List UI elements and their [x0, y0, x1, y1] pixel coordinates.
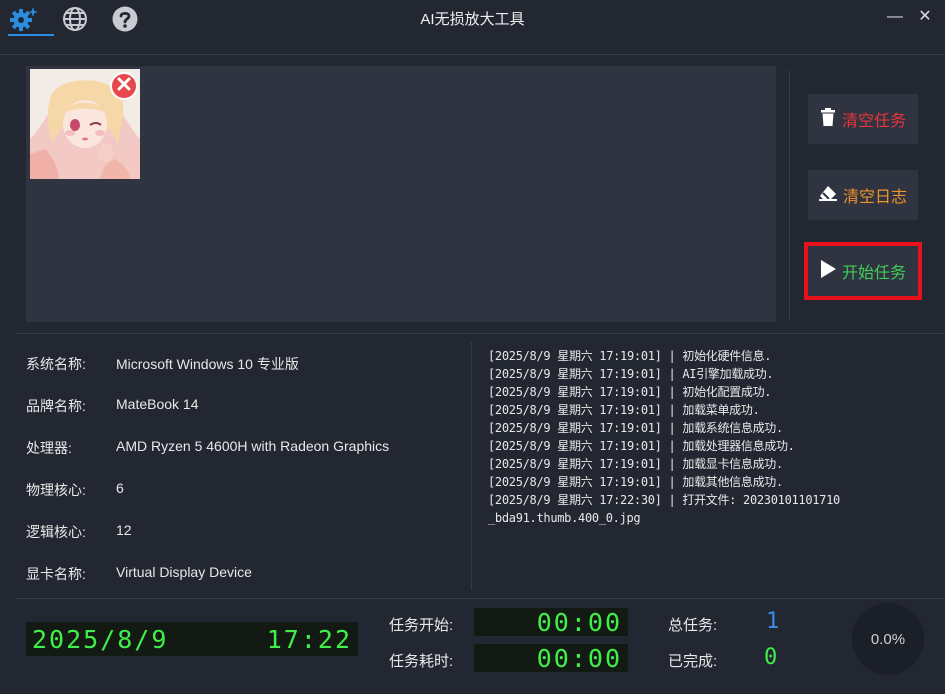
total-tasks-label: 总任务:	[668, 617, 718, 634]
clock-date: 2025/8/9	[32, 624, 169, 654]
log-line: [2025/8/9 星期六 17:19:01] | 加载菜单成功.	[488, 403, 760, 417]
task-start-label: 任务开始:	[389, 617, 454, 634]
remove-image-button[interactable]	[110, 72, 138, 100]
info-label: 系统名称:	[26, 356, 86, 372]
eraser-icon	[818, 185, 837, 206]
log-line: [2025/8/9 星期六 17:19:01] | 加载其他信息成功.	[488, 475, 783, 489]
log-line: [2025/8/9 星期六 17:19:01] | 初始化硬件信息.	[488, 349, 772, 363]
log-line: [2025/8/9 星期六 17:19:01] | 初始化配置成功.	[488, 385, 772, 399]
log-line: [2025/8/9 星期六 17:19:01] | 加载系统信息成功.	[488, 421, 783, 435]
info-label: 逻辑核心:	[26, 524, 86, 540]
image-drop-area[interactable]	[26, 66, 776, 322]
info-label: 处理器:	[26, 440, 72, 456]
clear-tasks-label: 清空任务	[841, 113, 906, 130]
info-log-divider	[471, 342, 472, 590]
trash-icon	[820, 107, 836, 131]
completed-value: 0	[764, 645, 778, 670]
log-line: [2025/8/9 星期六 17:22:30] | 打开文件: 20230101…	[488, 493, 840, 507]
log-line: _bda91.thumb.400_0.jpg	[488, 511, 641, 525]
title-divider	[0, 54, 945, 55]
task-start-display: 00:00	[474, 607, 628, 637]
clock-time: 17:22	[266, 624, 352, 654]
task-elapsed-display: 00:00	[474, 643, 628, 673]
log-panel[interactable]: [2025/8/9 星期六 17:19:01] | 初始化硬件信息. [2025…	[488, 347, 928, 527]
active-tab-indicator	[8, 34, 54, 36]
play-icon	[820, 259, 836, 283]
info-value: Microsoft Windows 10 专业版	[116, 356, 299, 372]
bottom-divider	[16, 598, 945, 599]
progress-percent: 0.0%	[870, 630, 906, 648]
task-elapsed-label: 任务耗时:	[389, 653, 454, 670]
close-button[interactable]: ✕	[914, 6, 936, 28]
window-title: AI无损放大工具	[420, 11, 525, 28]
info-value: MateBook 14	[116, 396, 199, 412]
info-value: 12	[116, 522, 132, 538]
info-label: 品牌名称:	[26, 398, 86, 414]
minimize-button[interactable]: —	[884, 6, 906, 28]
info-value: 6	[116, 480, 124, 496]
clear-log-button[interactable]: 清空日志	[808, 170, 918, 220]
info-label: 显卡名称:	[26, 566, 86, 582]
middle-divider	[16, 333, 945, 334]
info-value: Virtual Display Device	[116, 564, 252, 580]
start-task-button[interactable]: 开始任务	[804, 242, 922, 300]
close-icon	[117, 77, 131, 96]
task-start-value: 00:00	[536, 607, 622, 637]
info-label: 物理核心:	[26, 482, 86, 498]
clock-display: 2025/8/9 17:22	[26, 622, 358, 656]
log-line: [2025/8/9 星期六 17:19:01] | 加载处理器信息成功.	[488, 439, 795, 453]
start-task-label: 开始任务	[841, 265, 906, 282]
action-divider	[789, 70, 790, 320]
clear-log-label: 清空日志	[842, 189, 907, 206]
info-value: AMD Ryzen 5 4600H with Radeon Graphics	[116, 438, 390, 454]
completed-label: 已完成:	[668, 653, 718, 670]
log-line: [2025/8/9 星期六 17:19:01] | AI引擎加载成功.	[488, 367, 774, 381]
title-bar: AI无损放大工具 — ✕	[0, 0, 945, 40]
task-elapsed-value: 00:00	[536, 643, 622, 673]
progress-circle: 0.0%	[852, 603, 924, 675]
total-tasks-value: 1	[766, 609, 780, 634]
clear-tasks-button[interactable]: 清空任务	[808, 94, 918, 144]
log-line: [2025/8/9 星期六 17:19:01] | 加载显卡信息成功.	[488, 457, 783, 471]
